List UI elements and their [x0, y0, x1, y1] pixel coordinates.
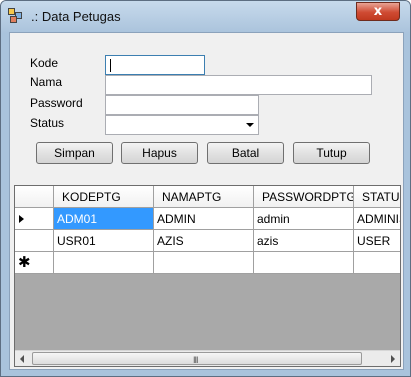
row-header[interactable]	[15, 208, 54, 230]
status-label: Status	[30, 116, 65, 130]
table-cell[interactable]: AZIS	[154, 230, 254, 252]
table-cell[interactable]: USER	[354, 230, 400, 252]
table-cell[interactable]: ADMIN	[154, 208, 254, 230]
table-cell[interactable]: ADMINIS	[354, 208, 400, 230]
password-label: Password	[30, 96, 83, 110]
kode-label: Kode	[30, 56, 59, 70]
scroll-grip: III	[193, 355, 198, 365]
new-row[interactable]: ✱	[15, 252, 400, 274]
row-header[interactable]: ✱	[15, 252, 54, 274]
data-grid[interactable]: KODEPTG NAMAPTG PASSWORDPTG STATUS ADM01…	[14, 185, 401, 367]
table-row[interactable]: USR01 AZIS azis USER	[15, 230, 400, 252]
table-cell[interactable]	[354, 252, 400, 274]
text-caret	[110, 59, 111, 72]
tutup-button[interactable]: Tutup	[293, 142, 370, 164]
row-header[interactable]	[15, 230, 54, 252]
row-pointer-icon	[19, 215, 24, 223]
scrollbar-thumb[interactable]: III	[32, 352, 362, 365]
table-cell[interactable]: azis	[254, 230, 354, 252]
chevron-down-icon[interactable]	[246, 123, 254, 127]
table-cell[interactable]: admin	[254, 208, 354, 230]
horizontal-scrollbar[interactable]: III	[15, 350, 400, 366]
app-window-icon	[8, 8, 24, 24]
table-row[interactable]: ADM01 ADMIN admin ADMINIS	[15, 208, 400, 230]
table-cell[interactable]: USR01	[54, 230, 154, 252]
title-bar[interactable]: .: Data Petugas x	[1, 1, 410, 33]
table-cell[interactable]	[254, 252, 354, 274]
grid-header-row: KODEPTG NAMAPTG PASSWORDPTG STATUS	[15, 186, 400, 208]
grid-corner-header[interactable]	[15, 186, 54, 208]
simpan-button[interactable]: Simpan	[36, 142, 113, 164]
kode-input[interactable]	[105, 55, 205, 75]
nama-label: Nama	[30, 75, 63, 89]
column-header-kodeptg[interactable]: KODEPTG	[54, 186, 154, 208]
close-icon: x	[373, 4, 383, 19]
batal-button[interactable]: Batal	[207, 142, 284, 164]
hapus-button[interactable]: Hapus	[121, 142, 198, 164]
table-cell[interactable]: ADM01	[54, 208, 154, 230]
close-button[interactable]: x	[356, 2, 400, 21]
window-title: .: Data Petugas	[31, 9, 121, 24]
scroll-left-icon[interactable]	[20, 355, 24, 363]
table-cell[interactable]	[154, 252, 254, 274]
scroll-right-icon[interactable]	[391, 355, 395, 363]
table-cell[interactable]	[54, 252, 154, 274]
app-window: .: Data Petugas x Kode Nama Password Sta…	[0, 0, 411, 377]
form-client-area: Kode Nama Password Status Simpan Hapus B…	[9, 32, 404, 370]
status-dropdown[interactable]	[105, 115, 259, 135]
column-header-passwordptg[interactable]: PASSWORDPTG	[254, 186, 354, 208]
column-header-namaptg[interactable]: NAMAPTG	[154, 186, 254, 208]
column-header-status[interactable]: STATUS	[354, 186, 400, 208]
password-input[interactable]	[105, 95, 259, 115]
nama-input[interactable]	[105, 75, 372, 95]
new-row-star-icon: ✱	[18, 253, 31, 271]
